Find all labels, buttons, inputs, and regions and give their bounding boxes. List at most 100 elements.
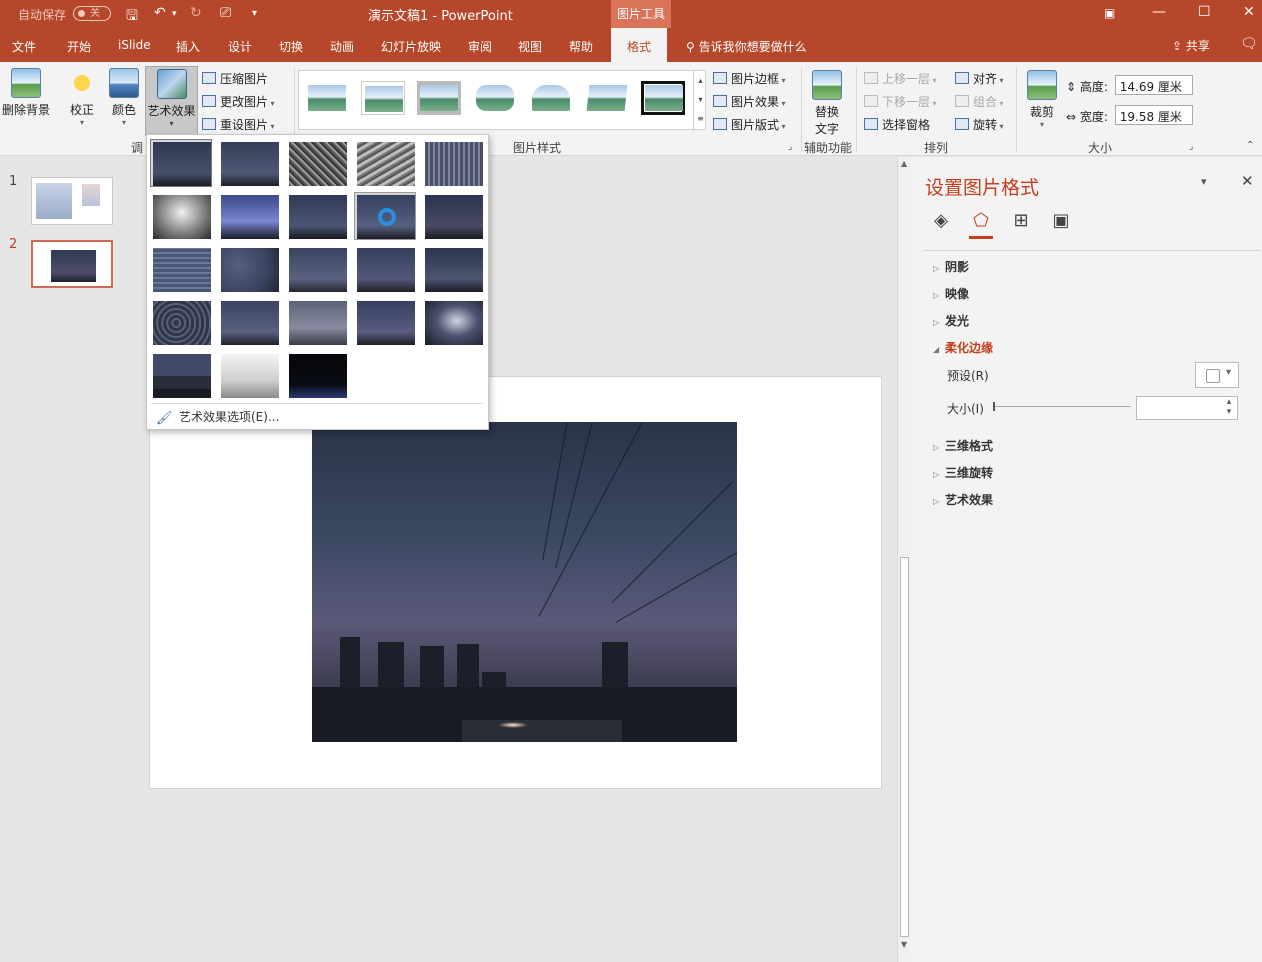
customize-quick-access-icon[interactable]: ▾ <box>252 8 257 19</box>
corrections-button[interactable]: 校正 ▾ <box>64 68 100 127</box>
reset-picture-button[interactable]: 重设图片 ▾ <box>202 116 275 133</box>
bring-forward-button[interactable]: 上移一层 ▾ <box>864 70 937 87</box>
artistic-effects-button[interactable]: 艺术效果 ▾ <box>145 66 198 136</box>
send-backward-button[interactable]: 下移一层 ▾ <box>864 93 937 110</box>
soft-edges-section[interactable]: ◢ 柔化边缘 <box>933 339 993 356</box>
effect-light-screen[interactable] <box>150 245 212 293</box>
effect-line-drawing[interactable] <box>422 139 484 187</box>
redo-icon[interactable]: ↻ <box>190 5 202 21</box>
tab-view[interactable]: 视图 <box>518 38 542 55</box>
soft-edge-size-input[interactable] <box>1136 396 1238 420</box>
color-button[interactable]: 颜色 ▾ <box>106 68 142 127</box>
effect-film-grain[interactable] <box>286 245 348 293</box>
picture-style-thumb[interactable] <box>361 81 405 115</box>
minimize-icon[interactable]: — <box>1152 4 1166 20</box>
scroll-down-icon[interactable]: ▼ <box>901 940 907 949</box>
vertical-scrollbar[interactable]: ▲ ▼ <box>897 157 911 962</box>
undo-icon[interactable]: ↶ <box>154 5 166 21</box>
effect-watercolor-sponge[interactable] <box>218 245 280 293</box>
save-icon[interactable]: 🖫 <box>126 5 138 29</box>
tab-home[interactable]: 开始 <box>67 38 91 55</box>
alt-text-button[interactable]: 替换 文字 <box>809 70 845 137</box>
width-input[interactable]: 19.58 厘米 <box>1114 105 1193 125</box>
size-dialog-launcher-icon[interactable]: ⌟ <box>1189 142 1193 152</box>
share-button[interactable]: ⇪ 共享 <box>1172 37 1210 54</box>
effect-pencil-grayscale[interactable] <box>286 139 348 187</box>
size-properties-icon[interactable]: ⊞ <box>1009 209 1033 233</box>
effect-glow-edges[interactable] <box>286 351 348 399</box>
gallery-scroll-arrows[interactable]: ▴ ▾ ≡ <box>693 71 707 131</box>
effect-cutout[interactable] <box>150 351 212 399</box>
fill-line-icon[interactable]: ◈ <box>929 209 953 233</box>
tab-review[interactable]: 审阅 <box>468 38 492 55</box>
tab-file[interactable]: 文件 <box>12 38 36 55</box>
effect-none[interactable] <box>150 139 212 187</box>
tab-slideshow[interactable]: 幻灯片放映 <box>381 38 441 55</box>
autosave-toggle[interactable]: 关 <box>73 6 111 21</box>
collapse-ribbon-icon[interactable]: ⌃ <box>1246 140 1254 151</box>
slide-thumbnail-1[interactable] <box>31 177 113 225</box>
selection-pane-button[interactable]: 选择窗格 <box>864 116 930 133</box>
shadow-section[interactable]: ▷ 阴影 <box>933 258 969 275</box>
pane-options-icon[interactable]: ▾ <box>1201 175 1207 188</box>
effect-pencil-sketch[interactable] <box>354 139 416 187</box>
crop-button[interactable]: 裁剪 ▾ <box>1024 70 1060 129</box>
effect-chalk-sketch[interactable] <box>150 192 212 240</box>
effect-glass[interactable] <box>422 245 484 293</box>
effect-paint-strokes[interactable] <box>218 192 280 240</box>
maximize-icon[interactable]: ☐ <box>1198 4 1211 20</box>
group-button[interactable]: 组合 ▾ <box>955 93 1004 110</box>
height-input[interactable]: 14.69 厘米 <box>1114 75 1193 95</box>
picture-border-button[interactable]: 图片边框 ▾ <box>713 70 786 87</box>
present-icon[interactable]: ⎚ <box>220 5 231 21</box>
tell-me-search[interactable]: ⚲ 告诉我你想要做什么 <box>686 38 807 55</box>
slide-thumbnail-2[interactable] <box>31 240 113 288</box>
preset-dropdown[interactable] <box>1195 362 1239 388</box>
ribbon-display-icon[interactable]: ▣ <box>1104 6 1115 20</box>
picture-style-thumb[interactable] <box>473 81 517 115</box>
tab-animations[interactable]: 动画 <box>330 38 354 55</box>
effect-crisscross-etching[interactable] <box>286 298 348 346</box>
effect-mosaic-bubbles[interactable] <box>354 245 416 293</box>
picture-effects-button[interactable]: 图片效果 ▾ <box>713 93 786 110</box>
slide-picture[interactable] <box>312 422 737 742</box>
rotation-3d-section[interactable]: ▷ 三维旋转 <box>933 464 993 481</box>
effect-plastic-wrap[interactable] <box>422 298 484 346</box>
tab-help[interactable]: 帮助 <box>569 38 593 55</box>
dialog-launcher-icon[interactable]: ⌟ <box>788 142 792 152</box>
tab-transitions[interactable]: 切换 <box>279 38 303 55</box>
comment-icon[interactable]: 🗨 <box>1240 36 1258 52</box>
artistic-effects-options-button[interactable]: 🖌 艺术效果选项(E)... <box>151 407 484 427</box>
effect-photocopy[interactable] <box>218 351 280 399</box>
picture-icon[interactable]: ▣ <box>1049 209 1073 233</box>
effect-blur[interactable] <box>422 192 484 240</box>
tab-islide[interactable]: iSlide <box>118 38 151 52</box>
undo-dropdown-icon[interactable]: ▾ <box>172 9 177 19</box>
scrollbar-thumb[interactable] <box>900 557 909 937</box>
picture-style-thumb[interactable] <box>641 81 685 115</box>
compress-pictures-button[interactable]: 压缩图片 <box>202 70 268 87</box>
effect-paint-brush[interactable] <box>286 192 348 240</box>
effect-pastels-smooth[interactable] <box>354 298 416 346</box>
soft-edge-size-slider[interactable] <box>993 402 1131 411</box>
effect-glow-diffused[interactable] <box>354 192 416 240</box>
effect-marker[interactable] <box>218 139 280 187</box>
reflection-section[interactable]: ▷ 映像 <box>933 285 969 302</box>
format-3d-section[interactable]: ▷ 三维格式 <box>933 437 993 454</box>
tab-design[interactable]: 设计 <box>228 38 252 55</box>
rotate-button[interactable]: 旋转 ▾ <box>955 116 1004 133</box>
remove-background-button[interactable]: 删除背景 <box>2 68 50 118</box>
glow-section[interactable]: ▷ 发光 <box>933 312 969 329</box>
change-picture-button[interactable]: 更改图片 ▾ <box>202 93 275 110</box>
artistic-effects-section[interactable]: ▷ 艺术效果 <box>933 491 993 508</box>
picture-style-thumb[interactable] <box>529 81 573 115</box>
effect-cement[interactable] <box>150 298 212 346</box>
picture-style-thumb[interactable] <box>305 81 349 115</box>
pane-close-icon[interactable]: ✕ <box>1241 172 1254 190</box>
picture-style-thumb[interactable] <box>585 81 629 115</box>
effects-icon[interactable]: ⬠ <box>969 209 993 239</box>
scroll-up-icon[interactable]: ▲ <box>901 159 907 168</box>
tab-format[interactable]: 格式 <box>611 28 668 62</box>
tab-insert[interactable]: 插入 <box>176 38 200 55</box>
effect-texturizer[interactable] <box>218 298 280 346</box>
